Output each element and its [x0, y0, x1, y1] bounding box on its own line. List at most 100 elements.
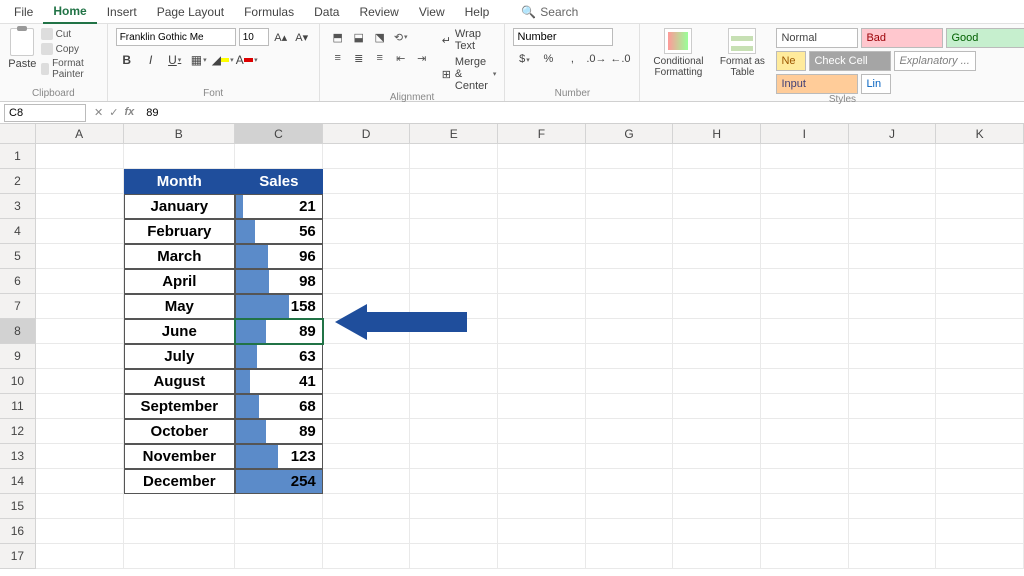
cell-F15[interactable] [498, 494, 586, 519]
cell-G17[interactable] [586, 544, 674, 569]
cell-A10[interactable] [36, 369, 124, 394]
col-head-I[interactable]: I [761, 124, 849, 144]
cell-I7[interactable] [761, 294, 849, 319]
cell-E16[interactable] [410, 519, 498, 544]
underline-button[interactable]: U [164, 50, 186, 70]
cell-G16[interactable] [586, 519, 674, 544]
wrap-text-button[interactable]: ↵Wrap Text [442, 28, 497, 52]
cell-E3[interactable] [410, 194, 498, 219]
cell-H13[interactable] [673, 444, 761, 469]
cell-J13[interactable] [849, 444, 937, 469]
cell-J7[interactable] [849, 294, 937, 319]
cell-K15[interactable] [936, 494, 1024, 519]
cell-C14[interactable]: 254 [235, 469, 323, 494]
cell-A5[interactable] [36, 244, 124, 269]
cell-J10[interactable] [849, 369, 937, 394]
cell-B11[interactable]: September [124, 394, 236, 419]
cell-K6[interactable] [936, 269, 1024, 294]
cell-D9[interactable] [323, 344, 411, 369]
row-head-1[interactable]: 1 [0, 144, 36, 169]
cell-D3[interactable] [323, 194, 411, 219]
row-head-3[interactable]: 3 [0, 194, 36, 219]
cell-A12[interactable] [36, 419, 124, 444]
bold-button[interactable]: B [116, 50, 138, 70]
cell-I11[interactable] [761, 394, 849, 419]
cell-B10[interactable]: August [124, 369, 236, 394]
cell-G14[interactable] [586, 469, 674, 494]
cell-D13[interactable] [323, 444, 411, 469]
cell-F2[interactable] [498, 169, 586, 194]
font-color-button[interactable]: A [236, 50, 258, 70]
fill-color-button[interactable]: ◢ [212, 50, 234, 70]
cell-C17[interactable] [235, 544, 323, 569]
cell-A2[interactable] [36, 169, 124, 194]
cell-B17[interactable] [124, 544, 236, 569]
percent-button[interactable]: % [537, 50, 559, 68]
col-head-H[interactable]: H [673, 124, 761, 144]
cell-H16[interactable] [673, 519, 761, 544]
cell-B7[interactable]: May [124, 294, 236, 319]
col-head-J[interactable]: J [849, 124, 937, 144]
merge-center-button[interactable]: ⊞Merge & Center [442, 56, 497, 92]
col-head-C[interactable]: C [235, 124, 323, 144]
align-top-button[interactable]: ⬒ [328, 28, 348, 46]
cell-E2[interactable] [410, 169, 498, 194]
cell-J16[interactable] [849, 519, 937, 544]
cell-C10[interactable]: 41 [235, 369, 323, 394]
row-head-9[interactable]: 9 [0, 344, 36, 369]
format-painter-button[interactable]: Format Painter [41, 58, 99, 80]
cell-B13[interactable]: November [124, 444, 236, 469]
cell-A15[interactable] [36, 494, 124, 519]
style-normal[interactable]: Normal [776, 28, 858, 48]
cell-F9[interactable] [498, 344, 586, 369]
row-head-16[interactable]: 16 [0, 519, 36, 544]
cell-E1[interactable] [410, 144, 498, 169]
cell-H7[interactable] [673, 294, 761, 319]
cell-E17[interactable] [410, 544, 498, 569]
cell-H2[interactable] [673, 169, 761, 194]
tab-review[interactable]: Review [349, 1, 408, 23]
cell-A13[interactable] [36, 444, 124, 469]
cell-A4[interactable] [36, 219, 124, 244]
cell-G11[interactable] [586, 394, 674, 419]
number-format-select[interactable] [513, 28, 613, 46]
cell-G6[interactable] [586, 269, 674, 294]
cell-E10[interactable] [410, 369, 498, 394]
tab-insert[interactable]: Insert [97, 1, 147, 23]
style-check-cell[interactable]: Check Cell [809, 51, 891, 71]
cell-G4[interactable] [586, 219, 674, 244]
cell-A9[interactable] [36, 344, 124, 369]
decrease-decimal-button[interactable]: ←.0 [609, 50, 631, 68]
cell-K14[interactable] [936, 469, 1024, 494]
cell-K12[interactable] [936, 419, 1024, 444]
tab-file[interactable]: File [4, 1, 43, 23]
cell-C7[interactable]: 158 [235, 294, 323, 319]
cell-K8[interactable] [936, 319, 1024, 344]
cell-A1[interactable] [36, 144, 124, 169]
row-head-15[interactable]: 15 [0, 494, 36, 519]
cell-D5[interactable] [323, 244, 411, 269]
cell-D1[interactable] [323, 144, 411, 169]
cell-B9[interactable]: July [124, 344, 236, 369]
accounting-button[interactable]: $ [513, 50, 535, 68]
cell-A17[interactable] [36, 544, 124, 569]
align-left-button[interactable]: ≡ [328, 49, 348, 67]
cancel-icon[interactable]: ✕ [94, 106, 103, 119]
tab-formulas[interactable]: Formulas [234, 1, 304, 23]
select-all-corner[interactable] [0, 124, 36, 144]
cell-G12[interactable] [586, 419, 674, 444]
orientation-button[interactable]: ⟲ [391, 28, 411, 46]
row-head-17[interactable]: 17 [0, 544, 36, 569]
cell-C16[interactable] [235, 519, 323, 544]
col-head-E[interactable]: E [410, 124, 498, 144]
align-right-button[interactable]: ≡ [370, 49, 390, 67]
cell-E15[interactable] [410, 494, 498, 519]
tab-data[interactable]: Data [304, 1, 349, 23]
cell-J11[interactable] [849, 394, 937, 419]
cell-A11[interactable] [36, 394, 124, 419]
cell-A6[interactable] [36, 269, 124, 294]
align-center-button[interactable]: ≣ [349, 49, 369, 67]
cell-D15[interactable] [323, 494, 411, 519]
cell-H8[interactable] [673, 319, 761, 344]
cell-G7[interactable] [586, 294, 674, 319]
